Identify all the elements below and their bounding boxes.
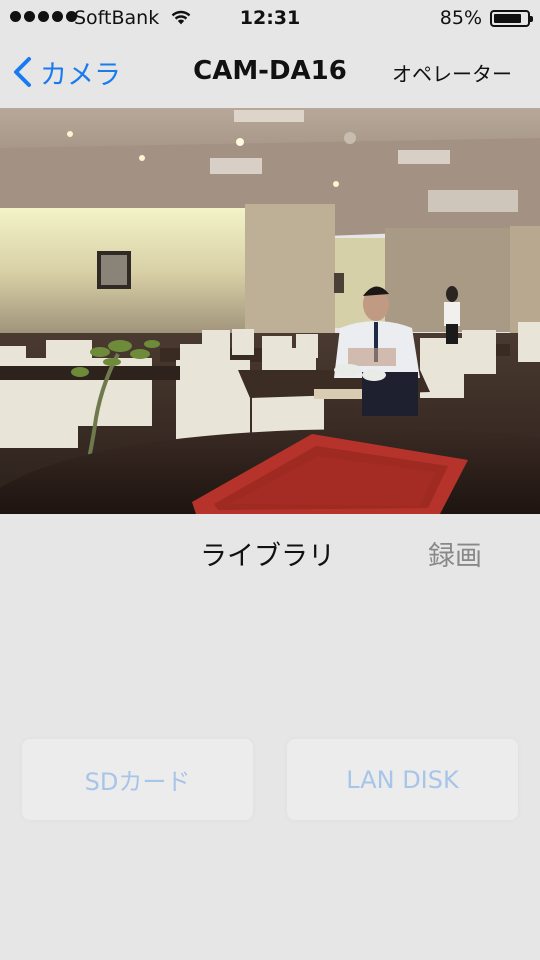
camera-feed-image[interactable] <box>0 108 540 514</box>
operator-button[interactable]: オペレーター <box>392 58 512 87</box>
sd-card-button[interactable]: SDカード <box>22 739 253 820</box>
lan-disk-button[interactable]: LAN DISK <box>287 739 518 820</box>
tab-record[interactable]: 録画 <box>428 534 482 574</box>
status-bar: SoftBank 12:31 85% <box>0 0 540 36</box>
lan-disk-label: LAN DISK <box>346 765 459 794</box>
battery-percent: 85% <box>439 7 482 29</box>
tab-library[interactable]: ライブラリ <box>200 534 335 574</box>
battery-icon <box>490 10 533 27</box>
camera-image <box>0 108 540 514</box>
navigation-bar: カメラ CAM-DA16 オペレーター <box>0 36 540 108</box>
sd-card-label: SDカード <box>84 768 191 796</box>
camera-screen: SoftBank 12:31 85% カメラ CAM-DA16 オペレーター ラ… <box>0 0 540 960</box>
